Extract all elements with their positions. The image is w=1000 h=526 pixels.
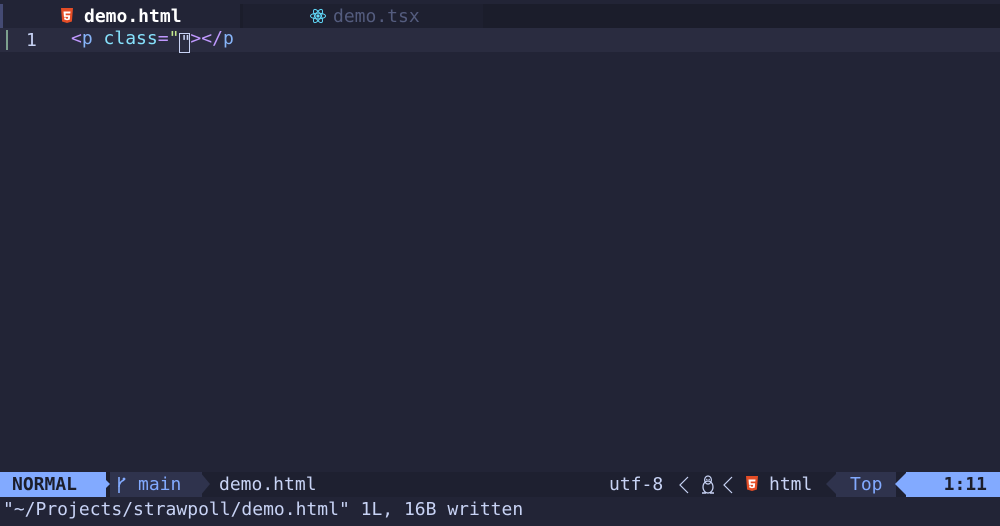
- scroll-position: Top: [836, 472, 896, 497]
- git-change-indicator: [6, 30, 8, 50]
- editor-pane[interactable]: 1 <p class=""></p: [0, 28, 1000, 472]
- code-end-tag-open: </: [201, 27, 223, 49]
- code-attr: class: [92, 27, 158, 49]
- statusline: NORMAL main demo.html utf-8 html Top 1:1…: [0, 472, 1000, 497]
- code-tag: p: [81, 27, 93, 49]
- tab-demo-tsx[interactable]: demo.tsx: [243, 4, 483, 28]
- html5-icon: [746, 476, 758, 491]
- text-cursor: ": [179, 31, 192, 53]
- tab-label: demo.tsx: [333, 5, 420, 27]
- code-end-tag: p: [222, 27, 234, 49]
- git-branch-icon: [116, 475, 126, 495]
- chevron-left-icon: [723, 476, 733, 494]
- html5-icon: [58, 7, 76, 25]
- cursor-location: 1:11: [906, 472, 1000, 497]
- code-line[interactable]: 1 <p class=""></p: [0, 28, 1000, 53]
- tab-demo-html[interactable]: demo.html: [0, 4, 240, 28]
- branch-separator: [200, 472, 210, 496]
- mode-indicator: NORMAL: [0, 472, 106, 497]
- react-icon: [309, 7, 327, 25]
- code-quote: ": [168, 27, 180, 49]
- file-encoding: utf-8: [609, 474, 664, 495]
- code-text[interactable]: <p class=""></p: [71, 28, 234, 53]
- statusline-filename: demo.html: [219, 474, 317, 495]
- chevron-left-icon: [679, 476, 689, 494]
- linux-icon: [702, 475, 714, 494]
- code-close-bracket: >: [190, 27, 202, 49]
- git-branch: main: [110, 472, 202, 497]
- mode-separator: [98, 472, 110, 496]
- file-type: html: [769, 474, 813, 495]
- tabline: demo.html demo.tsx: [0, 4, 1000, 28]
- command-line[interactable]: "~/Projects/strawpoll/demo.html" 1L, 16B…: [0, 497, 1000, 522]
- tab-label: demo.html: [84, 5, 182, 27]
- branch-name: main: [138, 474, 182, 495]
- line-number: 1: [26, 29, 37, 51]
- code-open-bracket: <: [71, 27, 82, 49]
- code-equals: =: [157, 27, 169, 49]
